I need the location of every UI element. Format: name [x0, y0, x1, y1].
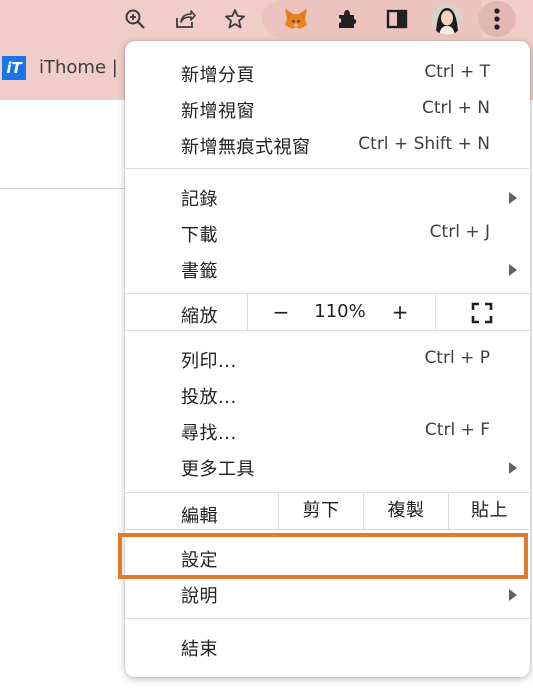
menu-item-help[interactable]: 說明	[125, 575, 530, 611]
menu-item-label: 新增分頁	[181, 65, 255, 86]
cut-button[interactable]: 剪下	[279, 493, 363, 529]
submenu-arrow-icon	[509, 589, 517, 601]
menu-item-bookmarks[interactable]: 書籤	[125, 250, 530, 286]
menu-item-more-tools[interactable]: 更多工具	[125, 448, 530, 484]
menu-item-label: 結束	[181, 639, 218, 660]
paste-button[interactable]: 貼上	[449, 493, 530, 529]
zoom-divider	[435, 294, 436, 330]
menu-edit-row: 編輯 剪下 複製 貼上	[125, 493, 530, 529]
bookmark-ithome[interactable]: iThome | i	[39, 57, 129, 78]
zoom-divider	[247, 294, 248, 330]
menu-item-print[interactable]: 列印... Ctrl + P	[125, 340, 530, 376]
submenu-arrow-icon	[509, 192, 517, 204]
menu-item-cast[interactable]: 投放...	[125, 376, 530, 412]
menu-separator	[125, 618, 530, 619]
metamask-fox-icon[interactable]	[281, 4, 311, 34]
bookmark-star-icon[interactable]	[220, 4, 250, 34]
side-panel-icon[interactable]	[382, 4, 412, 34]
zoom-label: 縮放	[181, 306, 218, 327]
copy-button[interactable]: 複製	[364, 493, 448, 529]
zoom-in-button[interactable]: +	[391, 298, 409, 326]
menu-item-label: 投放...	[181, 387, 237, 408]
menu-zoom-row: 縮放 − 110% +	[125, 294, 530, 330]
menu-item-label: 新增無痕式視窗	[181, 137, 311, 158]
menu-item-exit[interactable]: 結束	[125, 628, 530, 664]
fullscreen-icon[interactable]	[471, 302, 493, 324]
edit-label: 編輯	[181, 506, 218, 527]
menu-item-label: 尋找...	[181, 423, 237, 444]
menu-item-shortcut: Ctrl + T	[424, 62, 490, 82]
settings-highlight-annotation	[118, 533, 528, 579]
menu-item-new-incognito-window[interactable]: 新增無痕式視窗 Ctrl + Shift + N	[125, 126, 530, 162]
more-menu-icon	[494, 8, 500, 30]
menu-item-label: 書籤	[181, 261, 218, 282]
menu-separator	[125, 529, 530, 530]
menu-item-label: 說明	[181, 586, 218, 607]
menu-item-new-window[interactable]: 新增視窗 Ctrl + N	[125, 90, 530, 126]
menu-item-history[interactable]: 記錄	[125, 178, 530, 214]
ithome-favicon-icon: iT	[2, 56, 26, 80]
menu-item-new-tab[interactable]: 新增分頁 Ctrl + T	[125, 54, 530, 90]
menu-item-downloads[interactable]: 下載 Ctrl + J	[125, 214, 530, 250]
menu-item-label: 更多工具	[181, 459, 255, 480]
menu-separator	[125, 168, 530, 169]
menu-item-label: 新增視窗	[181, 101, 255, 122]
zoom-out-button[interactable]: −	[272, 298, 290, 326]
menu-item-shortcut: Ctrl + P	[424, 348, 490, 368]
menu-item-shortcut: Ctrl + Shift + N	[358, 134, 490, 154]
more-menu-button[interactable]	[478, 1, 516, 37]
submenu-arrow-icon	[509, 462, 517, 474]
zoom-icon[interactable]	[120, 4, 150, 34]
chrome-main-menu: 新增分頁 Ctrl + T 新增視窗 Ctrl + N 新增無痕式視窗 Ctrl…	[125, 41, 530, 677]
menu-item-shortcut: Ctrl + F	[424, 420, 490, 440]
menu-item-shortcut: Ctrl + J	[429, 222, 490, 242]
zoom-level: 110%	[314, 301, 366, 322]
profile-avatar-icon[interactable]	[430, 2, 464, 36]
menu-item-label: 下載	[181, 225, 218, 246]
extensions-puzzle-icon[interactable]	[332, 4, 362, 34]
menu-item-find[interactable]: 尋找... Ctrl + F	[125, 412, 530, 448]
menu-separator	[125, 330, 530, 331]
submenu-arrow-icon	[509, 264, 517, 276]
menu-item-label: 記錄	[181, 189, 218, 210]
page-content	[0, 100, 140, 189]
menu-item-shortcut: Ctrl + N	[421, 98, 490, 118]
browser-toolbar	[0, 0, 533, 38]
share-icon[interactable]	[170, 4, 200, 34]
menu-item-label: 列印...	[181, 351, 237, 372]
